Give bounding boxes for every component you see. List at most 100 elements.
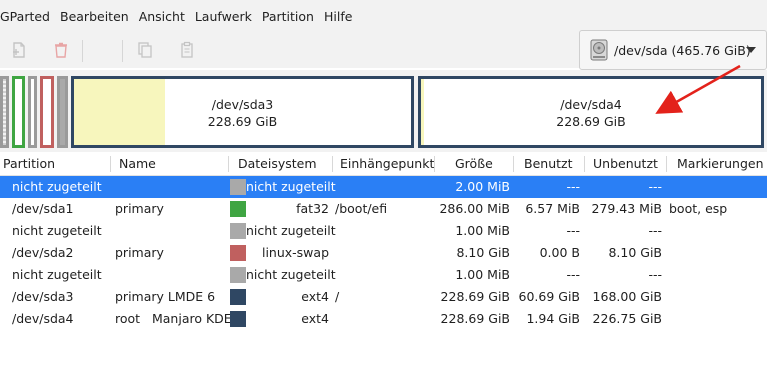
partition-block-unallocated[interactable] (0, 76, 9, 148)
table-row[interactable]: nicht zugeteilt nicht zugeteilt 2.00 MiB… (0, 176, 767, 198)
cell-name: primary (115, 201, 164, 216)
cell-name: primary (115, 245, 164, 260)
column-divider[interactable] (228, 156, 229, 172)
partition-name: /dev/sda4 (560, 97, 622, 112)
copy-icon (138, 42, 152, 58)
table-row[interactable]: /dev/sda2 primary linux-swap 8.10 GiB 0.… (0, 242, 767, 264)
copy-button[interactable] (132, 37, 158, 63)
cell-partition: /dev/sda3 (12, 289, 74, 304)
cell-partition: /dev/sda2 (12, 245, 74, 260)
cell-partition: nicht zugeteilt (12, 267, 102, 282)
filesystem-color-swatch (230, 245, 246, 261)
cell-used: 6.57 MiB (525, 201, 580, 216)
new-partition-button[interactable] (6, 37, 32, 63)
cell-used: --- (566, 179, 580, 194)
menubar: GParted Bearbeiten Ansicht Laufwerk Part… (0, 0, 767, 34)
harddisk-icon (590, 39, 608, 61)
menu-gparted[interactable]: GParted (0, 0, 55, 34)
partition-size: 228.69 GiB (556, 114, 626, 129)
cell-filesystem: nicht zugeteilt (246, 267, 336, 282)
column-header-name[interactable]: Name (119, 152, 156, 176)
table-row[interactable]: /dev/sda1 primary fat32 /boot/efi 286.00… (0, 198, 767, 220)
cell-partition: /dev/sda1 (12, 201, 74, 216)
paste-button[interactable] (174, 37, 200, 63)
column-divider[interactable] (584, 156, 585, 172)
column-divider[interactable] (666, 156, 667, 172)
cell-unused: --- (648, 179, 662, 194)
column-header-unused[interactable]: Unbenutzt (593, 152, 658, 176)
table-header: Partition Name Dateisystem Einhängepunkt… (0, 152, 767, 176)
partition-label: /dev/sda4 228.69 GiB (421, 96, 761, 130)
column-header-used[interactable]: Benutzt (524, 152, 572, 176)
menu-ansicht[interactable]: Ansicht (134, 0, 190, 34)
partition-block-unallocated[interactable] (28, 76, 37, 148)
new-document-icon (13, 42, 25, 58)
cell-partition: nicht zugeteilt (12, 223, 102, 238)
cell-size: 8.10 GiB (456, 245, 510, 260)
table-row[interactable]: /dev/sda3 primary LMDE 6 ext4 / 228.69 G… (0, 286, 767, 308)
column-header-mountpoint[interactable]: Einhängepunkt (340, 152, 434, 176)
cell-filesystem: fat32 (296, 201, 329, 216)
cell-size: 228.69 GiB (440, 289, 510, 304)
cell-unused: 226.75 GiB (592, 311, 662, 326)
cell-unused: 279.43 MiB (591, 201, 662, 216)
cell-filesystem: ext4 (301, 311, 329, 326)
filesystem-color-swatch (230, 179, 246, 195)
cell-size: 286.00 MiB (439, 201, 510, 216)
table-row[interactable]: nicht zugeteilt nicht zugeteilt 1.00 MiB… (0, 220, 767, 242)
cell-filesystem: linux-swap (261, 245, 329, 260)
trash-icon (55, 42, 67, 58)
column-divider[interactable] (110, 156, 111, 172)
device-selector[interactable]: /dev/sda (465.76 GiB) (579, 30, 767, 70)
filesystem-color-swatch (230, 267, 246, 283)
menu-partition[interactable]: Partition (257, 0, 319, 34)
table-row[interactable]: /dev/sda4 root Manjaro KDE ext4 228.69 G… (0, 308, 767, 330)
cell-partition: nicht zugeteilt (12, 179, 102, 194)
cell-unused: --- (648, 267, 662, 282)
toolbar-separator (82, 40, 83, 62)
cell-used: --- (566, 267, 580, 282)
column-header-size[interactable]: Größe (455, 152, 493, 176)
menu-hilfe[interactable]: Hilfe (319, 0, 357, 34)
partition-block-sda3[interactable]: /dev/sda3 228.69 GiB (71, 76, 414, 148)
partition-label: /dev/sda3 228.69 GiB (74, 96, 411, 130)
delete-partition-button[interactable] (48, 37, 74, 63)
cell-used: 1.94 GiB (526, 311, 580, 326)
cell-unused: 8.10 GiB (608, 245, 662, 260)
partition-size: 228.69 GiB (207, 114, 278, 129)
cell-size: 228.69 GiB (440, 311, 510, 326)
cell-unused: 168.00 GiB (592, 289, 662, 304)
cell-used: 0.00 B (539, 245, 580, 260)
partition-block-unallocated[interactable] (57, 76, 68, 148)
cell-partition: /dev/sda4 (12, 311, 74, 326)
column-divider[interactable] (332, 156, 333, 172)
menu-laufwerk[interactable]: Laufwerk (190, 0, 257, 34)
column-divider[interactable] (434, 156, 435, 172)
filesystem-color-swatch (230, 223, 246, 239)
cell-size: 1.00 MiB (455, 223, 510, 238)
toolbar-separator (122, 40, 123, 62)
column-header-flags[interactable]: Markierungen (677, 152, 764, 176)
cell-used: 60.69 GiB (518, 289, 581, 304)
cell-unused: --- (648, 223, 662, 238)
filesystem-color-swatch (230, 289, 246, 305)
chevron-down-icon (746, 47, 756, 53)
column-header-partition[interactable]: Partition (3, 152, 55, 176)
column-header-filesystem[interactable]: Dateisystem (238, 152, 317, 176)
column-divider[interactable] (513, 156, 514, 172)
filesystem-color-swatch (230, 311, 246, 327)
device-label: /dev/sda (465.76 GiB) (614, 42, 751, 58)
menu-bearbeiten[interactable]: Bearbeiten (55, 0, 134, 34)
partition-block-sda2[interactable] (40, 76, 54, 148)
cell-size: 2.00 MiB (455, 179, 510, 194)
cell-used: --- (566, 223, 580, 238)
cell-size: 1.00 MiB (455, 267, 510, 282)
partition-block-sda1[interactable] (12, 76, 25, 148)
table-row[interactable]: nicht zugeteilt nicht zugeteilt 1.00 MiB… (0, 264, 767, 286)
partition-block-sda4[interactable]: /dev/sda4 228.69 GiB (418, 76, 764, 148)
cell-filesystem: ext4 (301, 289, 329, 304)
cell-mountpoint: /boot/efi (335, 201, 388, 216)
cell-mountpoint: / (335, 289, 340, 304)
partition-table: nicht zugeteilt nicht zugeteilt 2.00 MiB… (0, 176, 767, 330)
cell-name: root Manjaro KDE (115, 311, 232, 326)
